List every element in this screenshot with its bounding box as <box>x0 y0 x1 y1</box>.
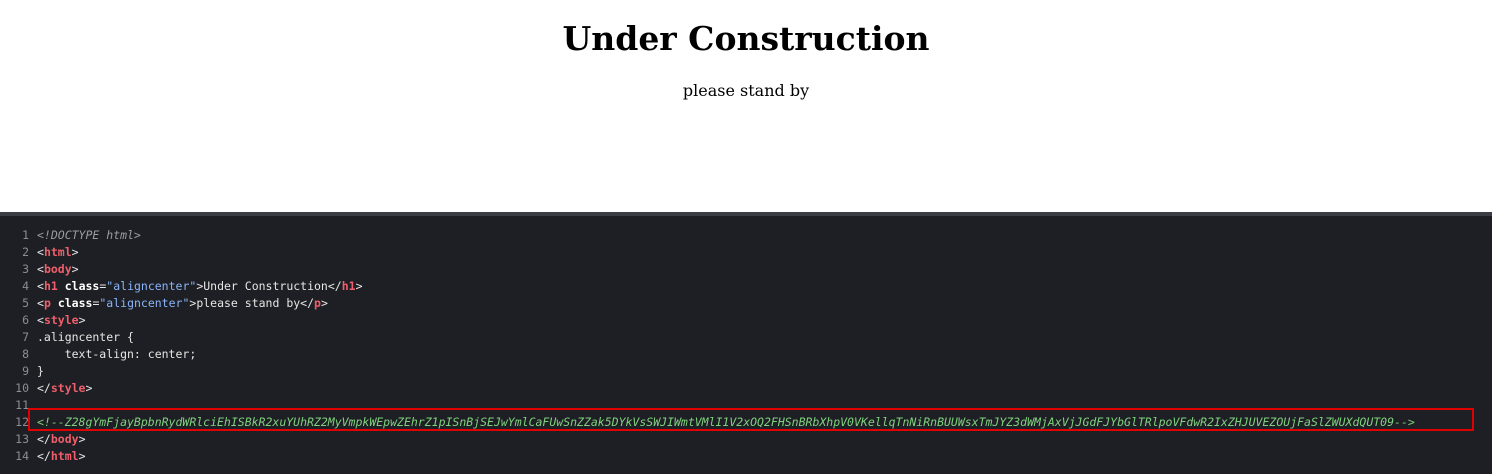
line-number: 2 <box>22 245 29 259</box>
code-token-punct: > <box>78 449 86 463</box>
code-token-tag: html <box>43 245 72 259</box>
code-text: <!DOCTYPE html> <box>37 228 141 242</box>
line-number: 12 <box>15 415 29 429</box>
code-line-1: 1 <!DOCTYPE html> <box>0 227 141 244</box>
page-heading: Under Construction <box>562 19 930 58</box>
code-token-punct: > <box>71 245 79 259</box>
code-line-2: 2 <html> <box>0 244 79 261</box>
code-token-punct: </ <box>37 432 51 446</box>
code-token-tag: p <box>43 296 51 310</box>
code-line-8: 8 text-align: center; <box>0 346 196 363</box>
code-token-plain: } <box>37 364 44 378</box>
code-token-punct: < <box>37 313 44 327</box>
code-token-attr: class <box>64 279 100 293</box>
code-token-punct: </ <box>37 449 51 463</box>
code-token-tag: h1 <box>341 279 356 293</box>
code-line-13: 13 </body> <box>0 431 86 448</box>
rendered-page-preview: Under Construction please stand by <box>0 0 1492 212</box>
code-token-tag: html <box>50 449 79 463</box>
code-line-7: 7 .aligncenter { <box>0 329 134 346</box>
line-number: 13 <box>15 432 29 446</box>
code-token-attr: class <box>57 296 93 310</box>
line-number: 7 <box>22 330 29 344</box>
code-token-punct: > <box>71 262 79 276</box>
code-token-str: "aligncenter" <box>99 296 190 310</box>
code-line-9: 9} <box>0 363 44 380</box>
code-text: <!--Z28gYmFjayBpbnRydWRlciEhISBkR2xuYUhR… <box>37 415 1415 429</box>
code-text: <html> <box>37 245 79 259</box>
code-token-punct: < <box>37 245 44 259</box>
code-line-14: 14 </html> <box>0 448 86 465</box>
code-text: </body> <box>37 432 86 446</box>
line-number: 9 <box>22 364 29 378</box>
code-text: <body> <box>37 262 79 276</box>
code-token-punct: < <box>37 279 44 293</box>
code-line-10: 10 </style> <box>0 380 92 397</box>
page: Under Construction please stand by 1 <!DO… <box>0 0 1492 474</box>
code-token-punct: < <box>37 296 44 310</box>
code-token-tag: style <box>50 381 86 395</box>
line-number: 5 <box>22 296 29 310</box>
code-token-comment: <!--Z28gYmFjayBpbnRydWRlciEhISBkR2xuYUhR… <box>37 415 1415 429</box>
code-line-6: 6 <style> <box>0 312 86 329</box>
code-token-plain: >Under Construction</ <box>196 279 342 293</box>
code-token-punct: > <box>85 381 93 395</box>
code-line-5: 5 <p class="aligncenter">please stand by<… <box>0 295 328 312</box>
code-token-punct: </ <box>37 381 51 395</box>
code-token-tag: style <box>43 313 79 327</box>
line-number: 4 <box>22 279 29 293</box>
code-text: <style> <box>37 313 86 327</box>
code-token-tag: body <box>50 432 79 446</box>
code-text: text-align: center; <box>37 347 197 361</box>
code-token-plain: text-align: center; <box>37 347 197 361</box>
code-line-12: 12 <!--Z28gYmFjayBpbnRydWRlciEhISBkR2xuYU… <box>0 414 1415 431</box>
code-text: </html> <box>37 449 86 463</box>
code-token-str: "aligncenter" <box>106 279 197 293</box>
line-number: 8 <box>22 347 29 361</box>
code-token-punct: > <box>320 296 328 310</box>
line-number: 3 <box>22 262 29 276</box>
code-token-punct: > <box>355 279 363 293</box>
code-token-punct: > <box>78 432 86 446</box>
code-text: <p class="aligncenter">please stand by</… <box>37 296 328 310</box>
code-token-tag: p <box>314 296 321 310</box>
code-text: } <box>37 364 44 378</box>
code-text: .aligncenter { <box>37 330 134 344</box>
source-code-view[interactable]: 1 <!DOCTYPE html> 2 <html> 3 <body> 4 <h1 class… <box>0 216 1492 474</box>
line-number: 1 <box>22 228 29 242</box>
code-token-tag: body <box>43 262 72 276</box>
code-token-punct: > <box>78 313 86 327</box>
line-number: 14 <box>15 449 29 463</box>
line-number: 10 <box>15 381 29 395</box>
code-line-11: 11 <box>0 397 37 414</box>
code-line-4: 4 <h1 class="aligncenter">Under Construct… <box>0 278 363 295</box>
code-text: </style> <box>37 381 92 395</box>
code-token-tag: h1 <box>43 279 58 293</box>
code-token-plain: .aligncenter { <box>37 330 134 344</box>
code-text: <h1 class="aligncenter">Under Constructi… <box>37 279 363 293</box>
code-token-punct: < <box>37 262 44 276</box>
code-token-plain: >please stand by</ <box>189 296 315 310</box>
line-number: 6 <box>22 313 29 327</box>
code-token-doctype: <!DOCTYPE html> <box>37 228 141 242</box>
line-number: 11 <box>15 398 29 412</box>
code-line-3: 3 <body> <box>0 261 79 278</box>
page-paragraph: please stand by <box>682 81 810 100</box>
